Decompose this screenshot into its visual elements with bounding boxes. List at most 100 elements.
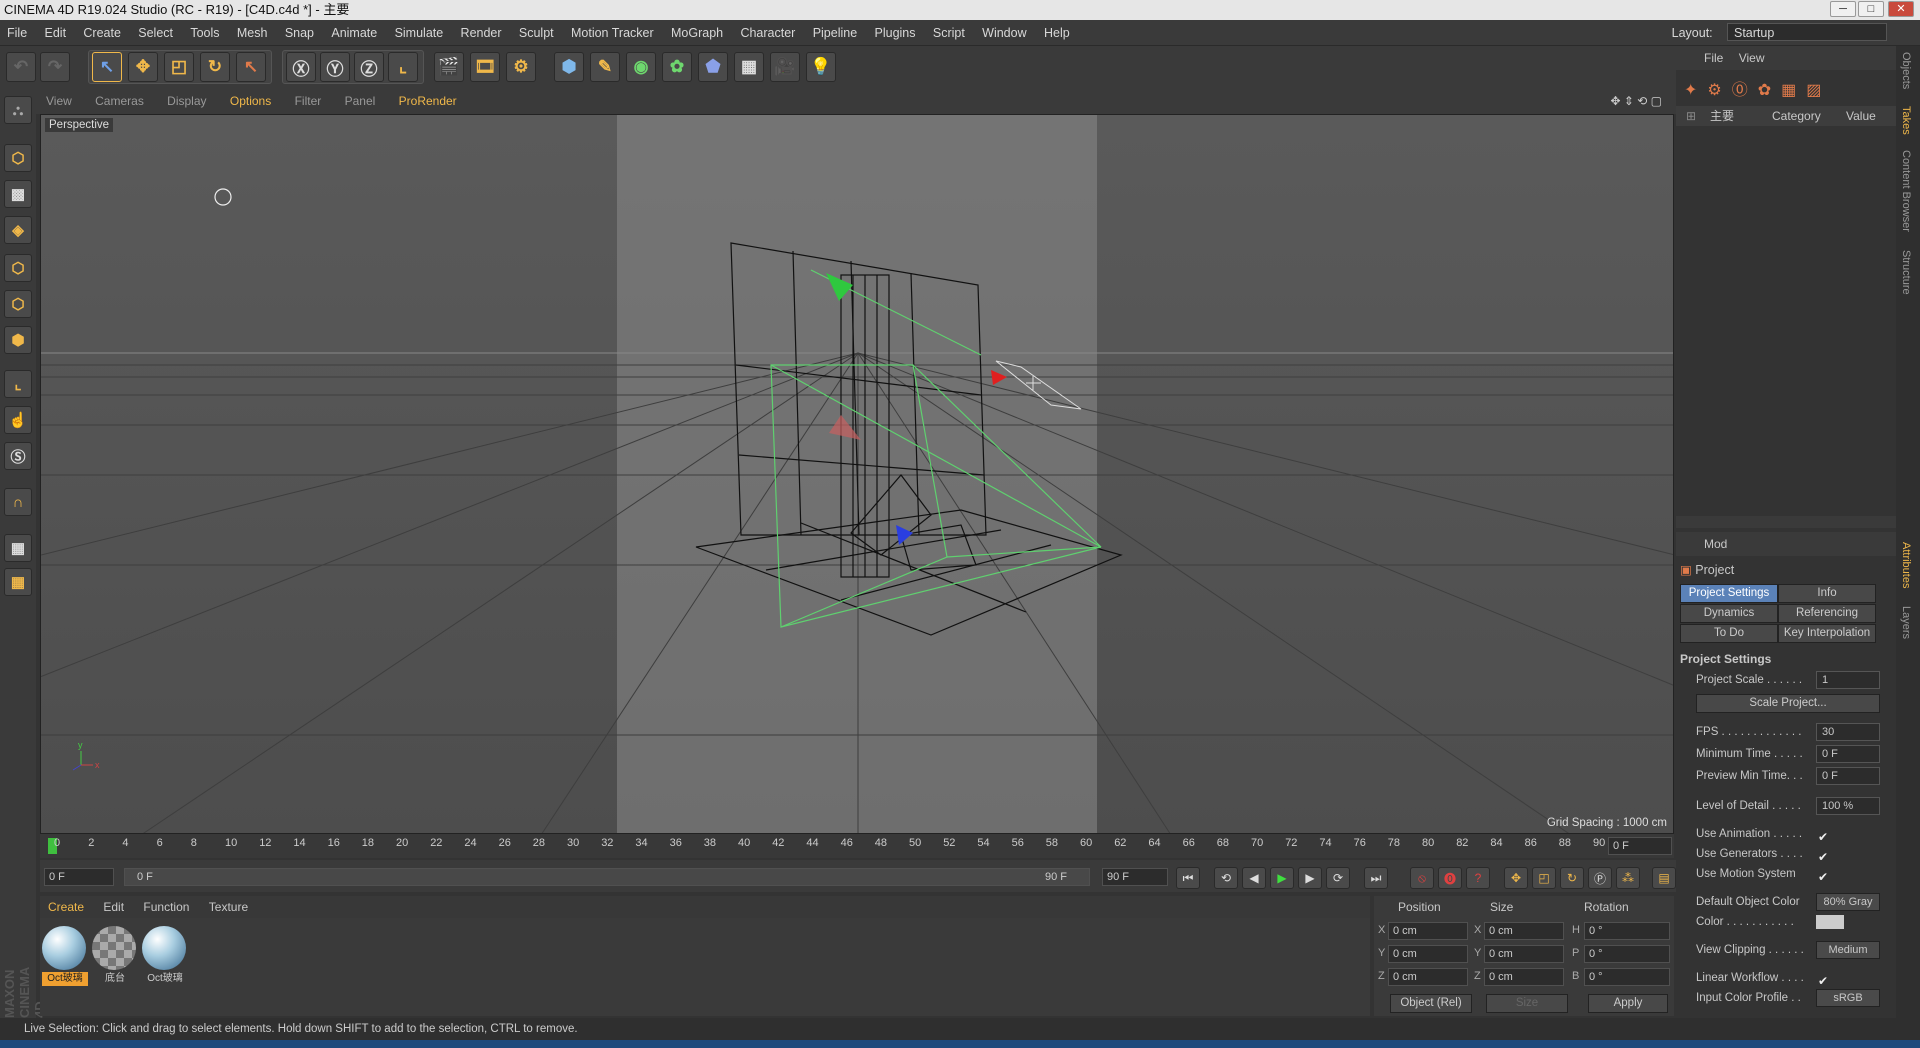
x-axis-lock-icon[interactable]: Ⓧ: [286, 52, 316, 82]
mat-menu-create[interactable]: Create: [48, 900, 84, 914]
coordinate-system-icon[interactable]: ⌞: [388, 52, 418, 82]
timeline-window-icon[interactable]: ▤: [1652, 867, 1676, 889]
render-settings-icon[interactable]: ⚙: [506, 52, 536, 82]
goto-start-icon[interactable]: ⏮: [1176, 867, 1200, 889]
size-z-field[interactable]: 0 cm: [1484, 968, 1564, 986]
color-swatch[interactable]: [1816, 915, 1844, 929]
vp-menu-prorender[interactable]: ProRender: [399, 94, 457, 108]
axis-mode-icon[interactable]: ⌞: [4, 370, 32, 398]
use-motion-checkbox[interactable]: ✔: [1818, 867, 1828, 887]
preview-min-field[interactable]: 0 F: [1816, 767, 1880, 785]
rot-h-field[interactable]: 0 °: [1584, 922, 1670, 940]
autokey-icon[interactable]: ⓿: [1438, 867, 1462, 889]
snap-icon[interactable]: ∩: [4, 488, 32, 516]
subdivision-icon[interactable]: ◉: [626, 52, 656, 82]
input-profile-dropdown[interactable]: sRGB: [1816, 989, 1880, 1007]
object-scrollbar[interactable]: [1676, 516, 1896, 528]
material-swatch[interactable]: 底台: [92, 926, 138, 988]
cloner-icon[interactable]: ✿: [662, 52, 692, 82]
vp-menu-panel[interactable]: Panel: [345, 94, 376, 108]
rotate-icon[interactable]: ↻: [200, 52, 230, 82]
floor-icon[interactable]: ▦: [734, 52, 764, 82]
key-pla-icon[interactable]: ⁂: [1616, 867, 1640, 889]
min-time-field[interactable]: 0 F: [1816, 745, 1880, 763]
light-icon[interactable]: 💡: [806, 52, 836, 82]
record-icon[interactable]: ⦸: [1410, 867, 1434, 889]
rot-p-field[interactable]: 0 °: [1584, 945, 1670, 963]
menu-pipeline[interactable]: Pipeline: [813, 26, 857, 40]
key-scale-icon[interactable]: ◰: [1532, 867, 1556, 889]
render-view-icon[interactable]: 🎬: [434, 52, 464, 82]
redo-icon[interactable]: ↷: [40, 52, 70, 82]
side-tab-attributes[interactable]: Attributes: [1900, 542, 1912, 588]
key-position-icon[interactable]: ✥: [1504, 867, 1528, 889]
vp-menu-display[interactable]: Display: [167, 94, 206, 108]
key-rotation-icon[interactable]: ↻: [1560, 867, 1584, 889]
menu-snap[interactable]: Snap: [285, 26, 314, 40]
size-y-field[interactable]: 0 cm: [1484, 945, 1564, 963]
size-mode-dropdown[interactable]: Size: [1486, 994, 1568, 1013]
side-tab-objects[interactable]: Objects: [1900, 52, 1912, 89]
next-key-icon[interactable]: ⟳: [1326, 867, 1350, 889]
obj-menu-file[interactable]: File: [1704, 51, 1723, 65]
obj-menu-view[interactable]: View: [1739, 51, 1765, 65]
tab-info[interactable]: Info: [1778, 584, 1876, 603]
menu-tools[interactable]: Tools: [190, 26, 219, 40]
model-mode-icon[interactable]: ⬡: [4, 144, 32, 172]
range-slider[interactable]: 0 F 90 F: [124, 868, 1090, 886]
tab-to-do[interactable]: To Do: [1680, 624, 1778, 643]
apply-button[interactable]: Apply: [1588, 994, 1668, 1013]
camera-icon[interactable]: 🎥: [770, 52, 800, 82]
side-tab-content-browser[interactable]: Content Browser: [1900, 150, 1912, 232]
timeline-ruler[interactable]: 0 2 4 6 8 10 12 14 16 18 20 22 24 26 28 30 32 34 36 38 40 42 4…: [40, 834, 1674, 858]
default-color-dropdown[interactable]: 80% Gray: [1816, 893, 1880, 911]
viewport-name[interactable]: Perspective: [45, 118, 114, 132]
tweak-mode-icon[interactable]: ☝: [4, 406, 32, 434]
pos-z-field[interactable]: 0 cm: [1388, 968, 1468, 986]
workplane-icon[interactable]: ◈: [4, 216, 32, 244]
mat-menu-edit[interactable]: Edit: [103, 900, 124, 914]
edges-mode-icon[interactable]: ⬡: [4, 290, 32, 318]
tab-referencing[interactable]: Referencing: [1778, 604, 1876, 623]
minimize-button[interactable]: ─: [1830, 1, 1856, 17]
menu-script[interactable]: Script: [933, 26, 965, 40]
end-frame-field[interactable]: 90 F: [1102, 868, 1168, 886]
pos-y-field[interactable]: 0 cm: [1388, 945, 1468, 963]
material-swatch[interactable]: Oct玻璃: [42, 926, 88, 988]
prev-key-icon[interactable]: ⟲: [1214, 867, 1238, 889]
pen-icon[interactable]: ✎: [590, 52, 620, 82]
z-axis-lock-icon[interactable]: Ⓩ: [354, 52, 384, 82]
lod-field[interactable]: 100 %: [1816, 797, 1880, 815]
menu-render[interactable]: Render: [461, 26, 502, 40]
vp-menu-filter[interactable]: Filter: [295, 94, 322, 108]
next-frame-icon[interactable]: ▶: [1298, 867, 1322, 889]
menu-edit[interactable]: Edit: [45, 26, 67, 40]
prev-frame-icon[interactable]: ◀: [1242, 867, 1266, 889]
tab-dynamics[interactable]: Dynamics: [1680, 604, 1778, 623]
lock-workplane-icon[interactable]: ▦: [4, 534, 32, 562]
menu-mesh[interactable]: Mesh: [237, 26, 268, 40]
menu-mograph[interactable]: MoGraph: [671, 26, 723, 40]
vp-menu-view[interactable]: View: [46, 94, 72, 108]
vp-menu-cameras[interactable]: Cameras: [95, 94, 144, 108]
menu-file[interactable]: File: [7, 26, 27, 40]
side-tab-structure[interactable]: Structure: [1900, 250, 1912, 295]
viewport-nav-icons[interactable]: ✥ ⇕ ⟲ ▢: [1610, 88, 1662, 114]
fps-field[interactable]: 30: [1816, 723, 1880, 741]
menu-character[interactable]: Character: [740, 26, 795, 40]
deformer-icon[interactable]: ⬟: [698, 52, 728, 82]
size-x-field[interactable]: 0 cm: [1484, 922, 1564, 940]
make-editable-icon[interactable]: ⛬: [4, 96, 32, 124]
render-picture-viewer-icon[interactable]: 🎞: [470, 52, 500, 82]
maximize-button[interactable]: □: [1858, 1, 1884, 17]
menu-motion-tracker[interactable]: Motion Tracker: [571, 26, 654, 40]
rot-b-field[interactable]: 0 °: [1584, 968, 1670, 986]
move-icon[interactable]: ✥: [128, 52, 158, 82]
mat-menu-function[interactable]: Function: [143, 900, 189, 914]
key-param-icon[interactable]: Ⓟ: [1588, 867, 1612, 889]
layout-selector[interactable]: Layout: Startup: [1665, 23, 1894, 42]
tab-key-interpolation[interactable]: Key Interpolation: [1778, 624, 1876, 643]
close-button[interactable]: ✕: [1888, 1, 1914, 17]
menu-simulate[interactable]: Simulate: [395, 26, 444, 40]
polygons-mode-icon[interactable]: ⬢: [4, 326, 32, 354]
